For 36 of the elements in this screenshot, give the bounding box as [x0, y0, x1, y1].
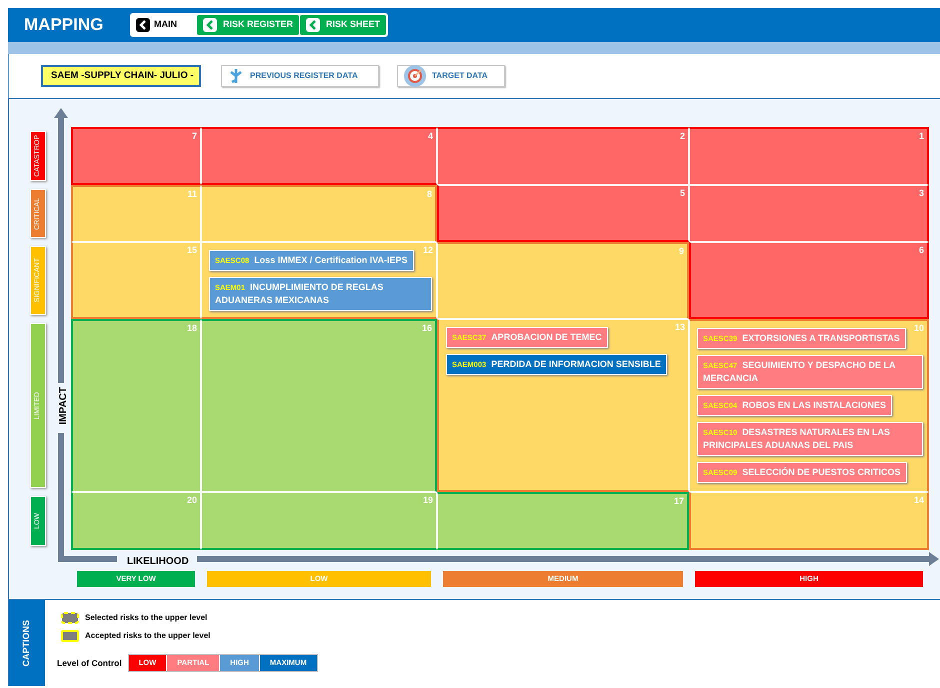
cell-number: 9: [678, 245, 684, 258]
cell-number: 11: [187, 188, 197, 201]
accepted-risk-icon: [61, 630, 79, 642]
control-level-label: Level of Control: [57, 656, 122, 670]
page-title: MAPPING: [24, 14, 104, 36]
nav-tab[interactable]: RISK REGISTER: [197, 15, 300, 35]
cell-number: 17: [674, 495, 684, 508]
cell-number: 1: [918, 130, 924, 143]
cell-number: 6: [918, 244, 924, 257]
cell-number: 8: [426, 188, 432, 201]
cell-number: 4: [428, 130, 433, 143]
cell-number: 15: [186, 244, 197, 257]
cell-number: 14: [914, 494, 924, 507]
legend-label: Selected risks to the upper level: [85, 612, 208, 624]
target-icon: [404, 65, 426, 87]
cell-number: 20: [186, 494, 197, 507]
likelihood-axis-label: LIKELIHOOD: [126, 555, 190, 568]
cell-number: 19: [422, 494, 433, 507]
cell-number: 10: [914, 322, 924, 335]
cell-number: 5: [680, 187, 685, 200]
cell-number: 2: [680, 130, 685, 143]
branch-icon: [228, 68, 244, 84]
cell-number: 12: [422, 244, 433, 257]
cell-number: 18: [186, 322, 197, 335]
register-field[interactable]: SAEM -SUPPLY CHAIN- JULIO -: [41, 65, 201, 87]
cell-number: 13: [674, 321, 685, 334]
captions-title: CAPTIONS: [20, 620, 32, 666]
selected-risk-icon: [61, 612, 79, 624]
toolbar-button[interactable]: PREVIOUS REGISTER DATA: [221, 65, 379, 87]
cell-number: 3: [918, 187, 924, 200]
nav-tab[interactable]: RISK SHEET: [300, 15, 386, 35]
toolbar-button[interactable]: TARGET DATA: [397, 65, 505, 87]
cell-number: 16: [422, 322, 432, 335]
impact-axis-label: IMPACT: [57, 387, 70, 425]
legend-label: Accepted risks to the upper level: [85, 630, 210, 642]
cell-number: 7: [192, 130, 197, 143]
